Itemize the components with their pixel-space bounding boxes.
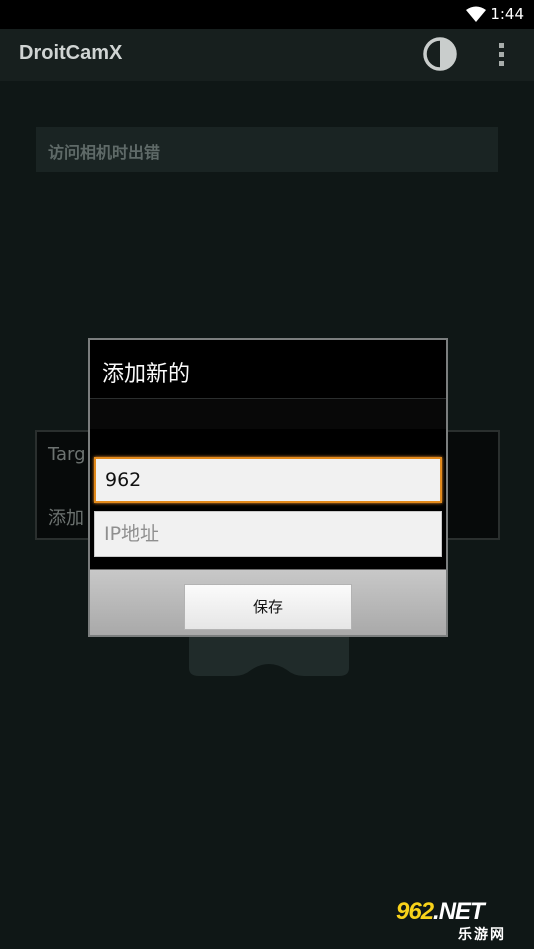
action-bar: DroitCamX xyxy=(0,29,534,81)
camera-logo-icon xyxy=(189,630,349,676)
watermark-subtitle: 乐游网 xyxy=(458,927,506,943)
ip-address-input[interactable] xyxy=(95,512,441,556)
dialog-footer: 保存 xyxy=(90,569,446,635)
error-banner: 访问相机时出错 xyxy=(36,127,498,172)
wifi-icon xyxy=(466,6,486,22)
watermark-brand: 962.NET xyxy=(396,898,485,926)
ip-field[interactable] xyxy=(94,511,442,557)
error-text: 访问相机时出错 xyxy=(48,143,161,162)
name-field[interactable] xyxy=(94,457,442,503)
add-new-dialog: 添加新的 保存 xyxy=(88,338,448,637)
overflow-menu-icon[interactable] xyxy=(490,39,514,71)
card-add-label: 添加 xyxy=(48,508,84,529)
watermark-number: 962 xyxy=(396,898,434,925)
contrast-icon[interactable] xyxy=(421,35,459,73)
save-button[interactable]: 保存 xyxy=(184,584,352,630)
watermark-tld: .NET xyxy=(433,898,485,925)
app-title: DroitCamX xyxy=(19,42,123,64)
status-time: 1:44 xyxy=(490,5,524,23)
dialog-title: 添加新的 xyxy=(102,362,191,387)
card-target-label: Targ xyxy=(48,444,86,465)
status-bar: 1:44 xyxy=(0,0,534,29)
dialog-body-band xyxy=(90,399,446,429)
name-input[interactable] xyxy=(96,459,440,501)
site-watermark: 962.NET 乐游网 xyxy=(392,898,530,944)
